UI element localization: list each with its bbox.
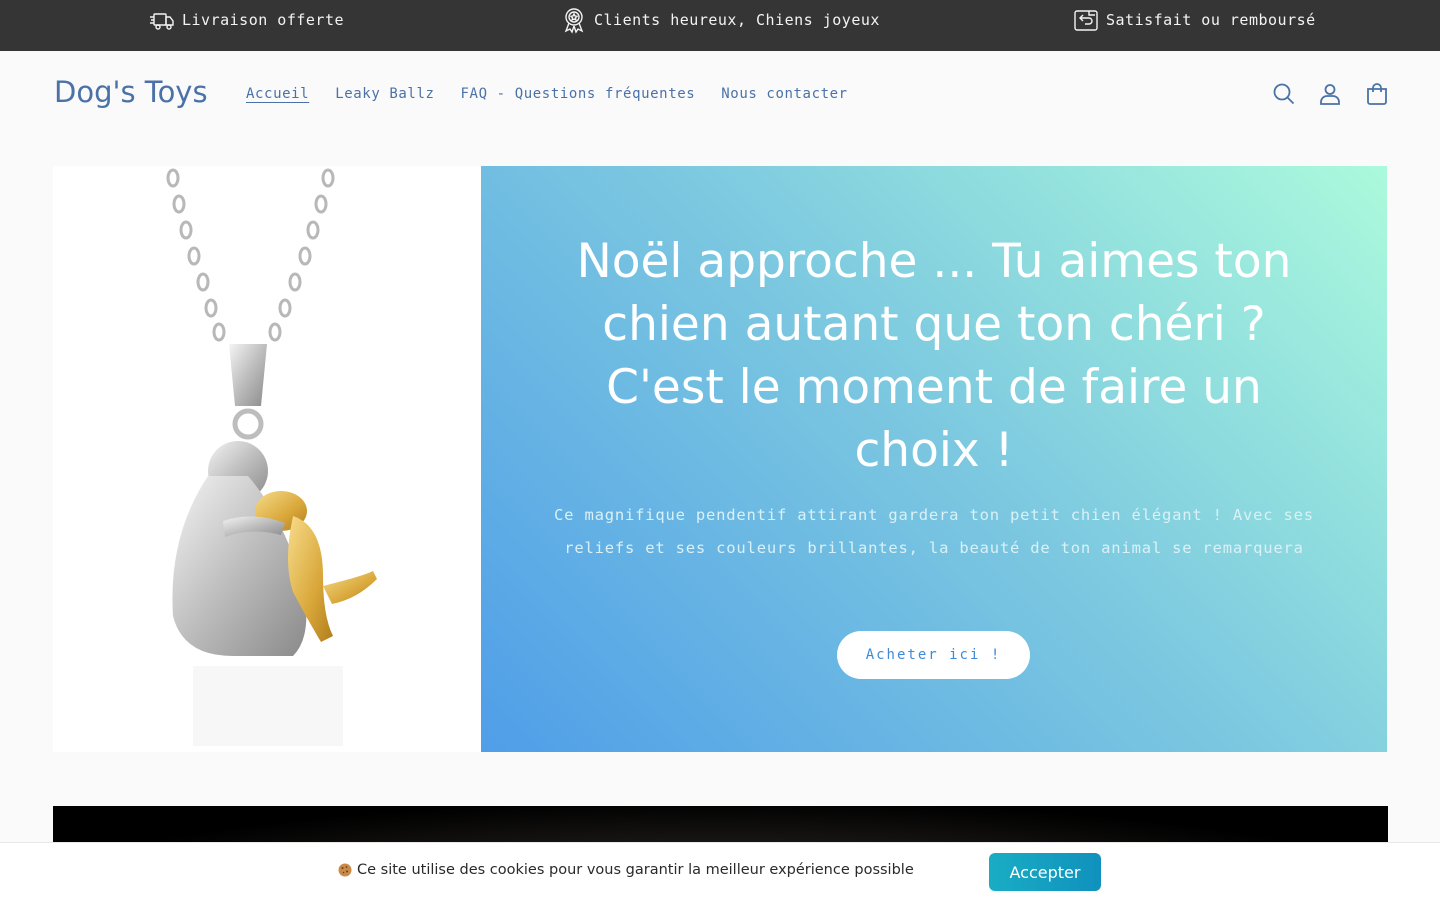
accept-cookies-button[interactable]: Accepter — [989, 853, 1101, 891]
cart-button[interactable] — [1364, 81, 1390, 107]
search-button[interactable] — [1271, 81, 1297, 107]
nav-item-faq[interactable]: FAQ - Questions fréquentes — [461, 86, 696, 102]
announcement-happy-clients: Clients heureux, Chiens joyeux — [560, 0, 880, 40]
hero-product-image — [53, 166, 481, 752]
cookie-icon — [338, 863, 352, 877]
nav-item-accueil[interactable]: Accueil — [246, 86, 309, 102]
hero-banner: Noël approche ... Tu aimes ton chien aut… — [481, 166, 1387, 752]
cookie-banner: Ce site utilise des cookies pour vous ga… — [0, 842, 1440, 900]
delivery-truck-icon — [150, 13, 174, 30]
account-icon — [1320, 84, 1340, 105]
pendant-illustration — [166, 168, 377, 746]
cookie-message: Ce site utilise des cookies pour vous ga… — [338, 862, 914, 878]
main-nav: Accueil Leaky Ballz FAQ - Questions fréq… — [246, 86, 848, 102]
nav-item-contact[interactable]: Nous contacter — [721, 86, 847, 102]
account-button[interactable] — [1317, 81, 1343, 107]
announcement-text: Livraison offerte — [182, 11, 345, 29]
nav-item-leaky-ballz[interactable]: Leaky Ballz — [335, 86, 434, 102]
announcement-text: Satisfait ou remboursé — [1106, 11, 1316, 29]
search-icon — [1273, 83, 1295, 105]
site-header: Dog's Toys Accueil Leaky Ballz FAQ - Que… — [0, 51, 1440, 139]
return-box-icon — [1074, 10, 1098, 31]
award-badge-icon — [564, 8, 584, 34]
announcement-bar: Livraison offerte Clients heureux, Chien… — [0, 0, 1440, 51]
hero-description: Ce magnifique pendentif attirant gardera… — [554, 506, 1314, 557]
buy-now-button[interactable]: Acheter ici ! — [837, 631, 1030, 679]
announcement-text: Clients heureux, Chiens joyeux — [594, 11, 880, 29]
announcement-refund: Satisfait ou remboursé — [1072, 0, 1316, 40]
hero-title: Noël approche ... Tu aimes ton chien aut… — [576, 234, 1292, 478]
announcement-delivery: Livraison offerte — [148, 0, 344, 40]
cart-icon — [1367, 83, 1387, 105]
site-logo[interactable]: Dog's Toys — [54, 75, 208, 109]
cookie-text: Ce site utilise des cookies pour vous ga… — [357, 862, 914, 878]
